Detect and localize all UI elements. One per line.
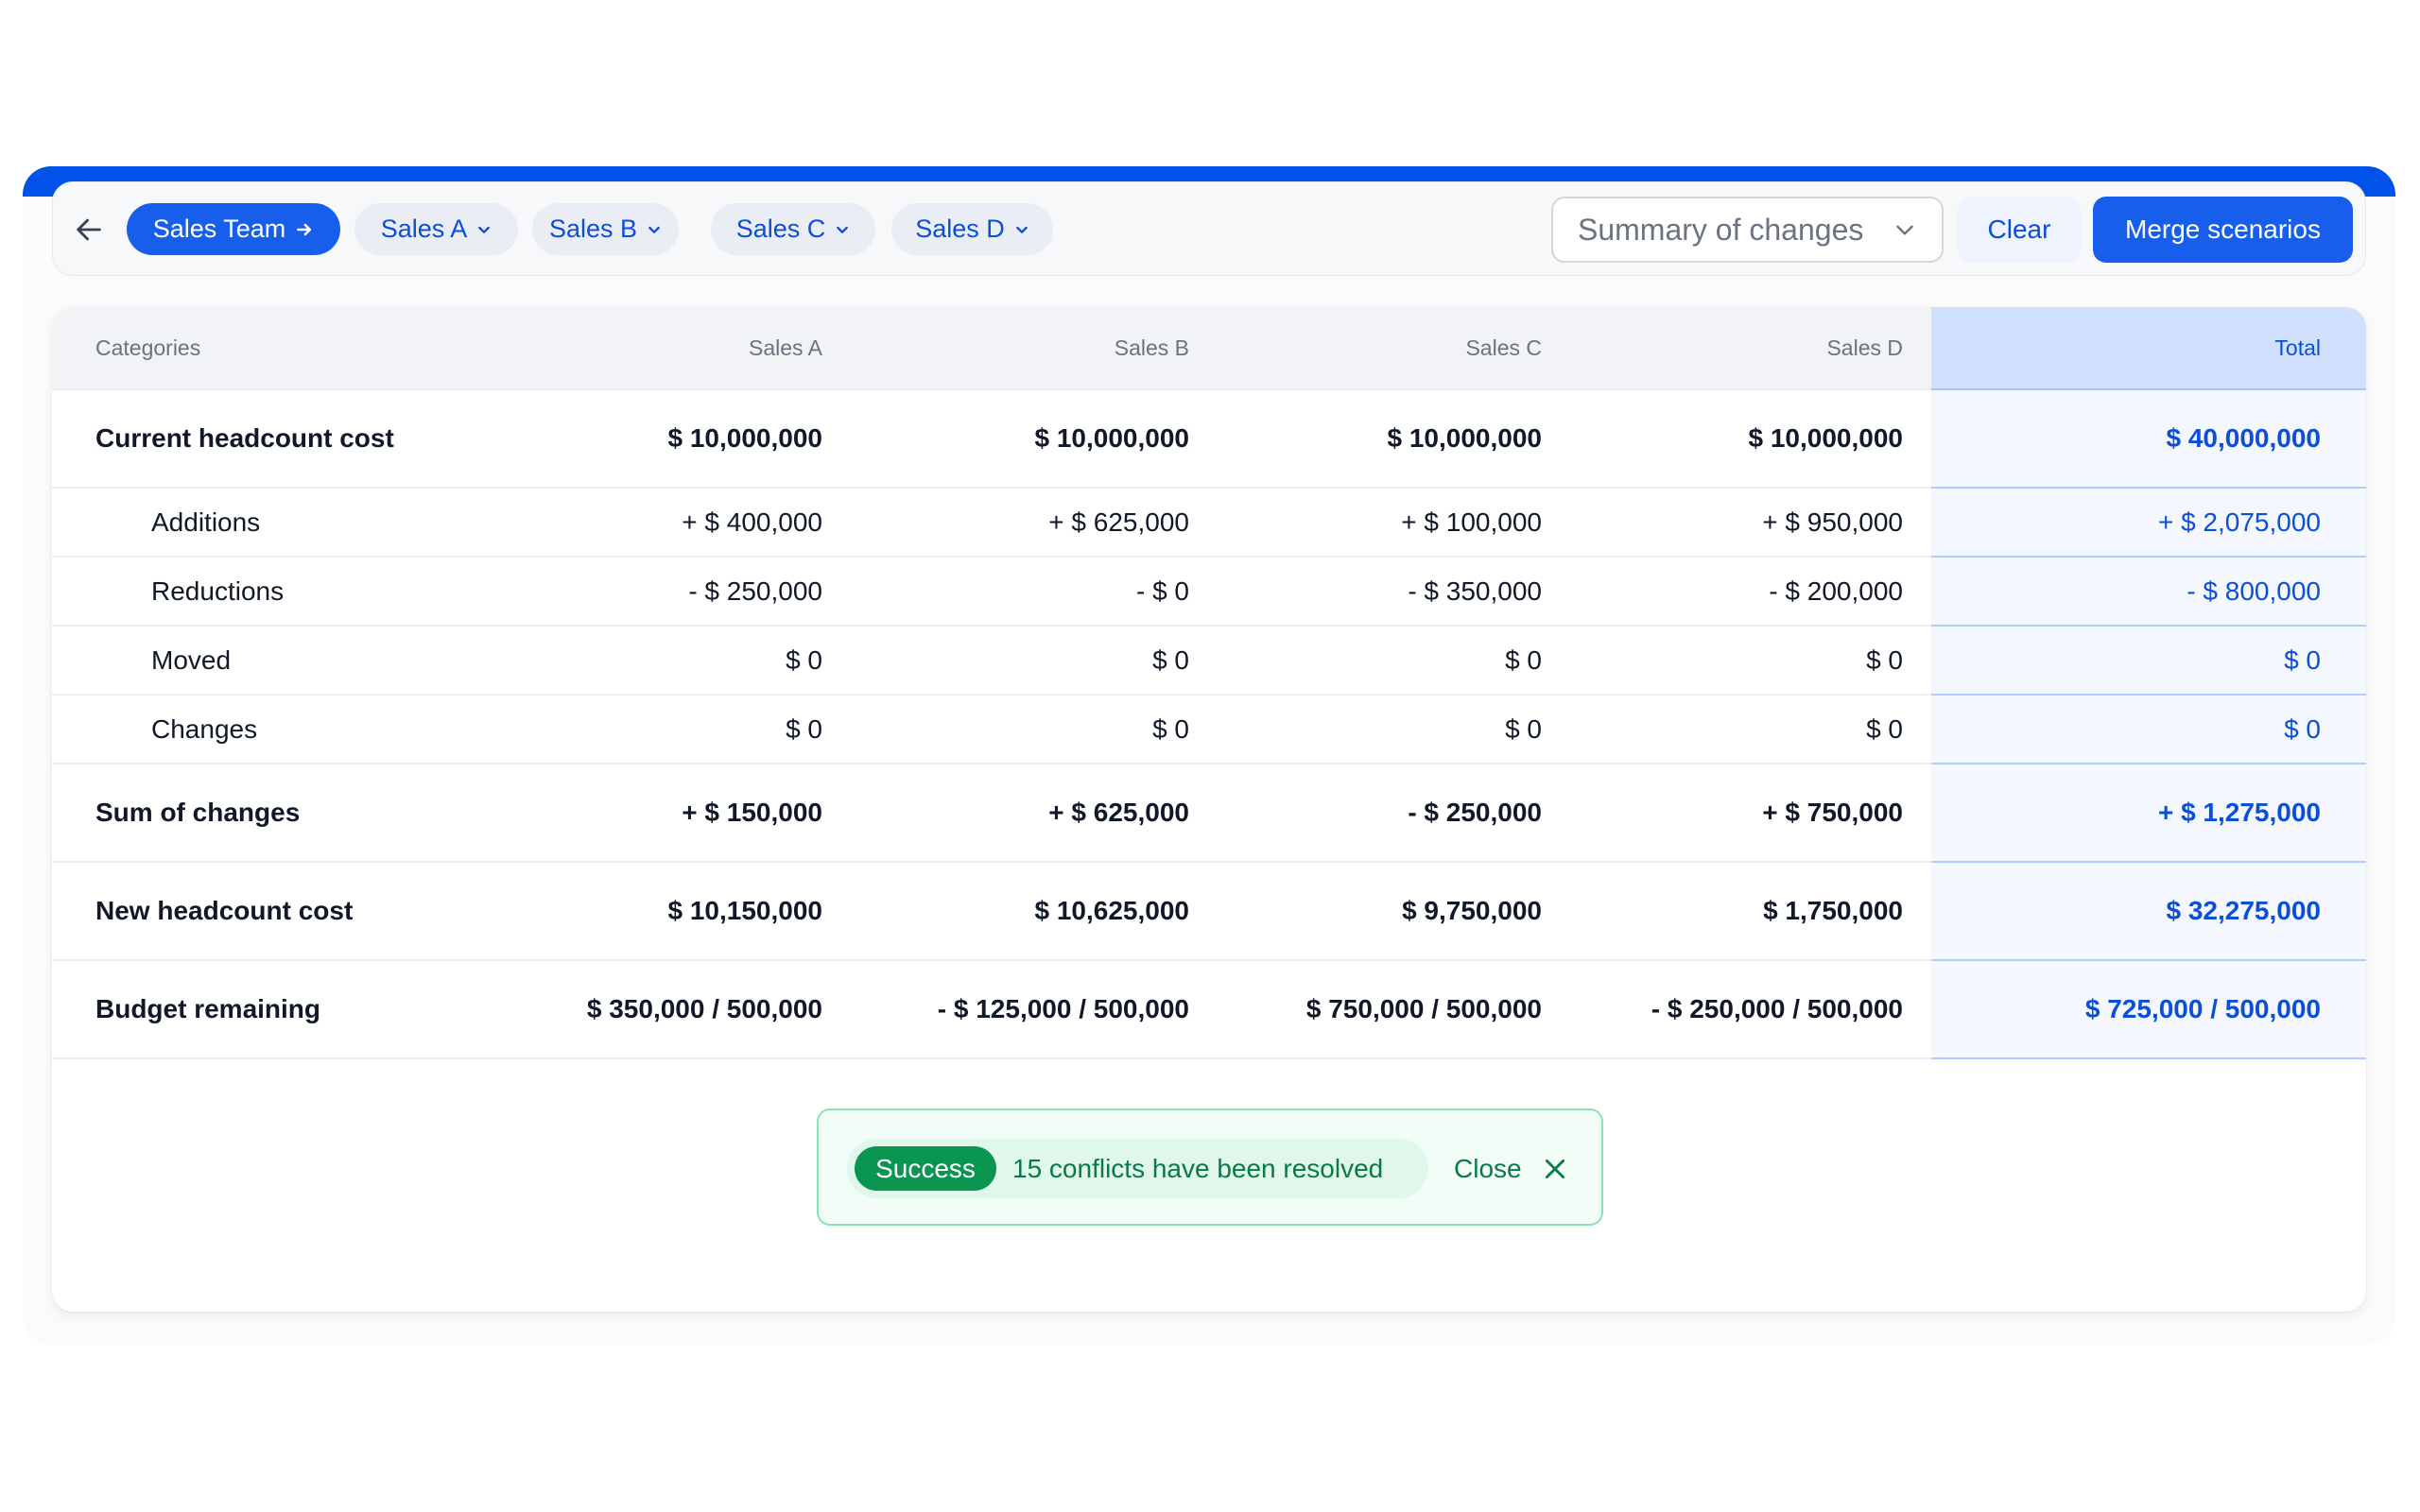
cell-sales-b: + $ 625,000 [851, 488, 1218, 558]
chevron-down-icon [837, 226, 849, 233]
arrow-left-icon [77, 218, 101, 241]
cell-sales-c: $ 0 [1218, 695, 1570, 765]
cell-sales-a: $ 0 [487, 626, 851, 696]
cell-category: Budget remaining [52, 960, 487, 1059]
chip-label: Sales Team [152, 215, 286, 243]
chip-sales-d[interactable]: Sales D [891, 203, 1053, 255]
cell-sales-b: $ 10,625,000 [851, 862, 1218, 961]
toast-message: 15 conflicts have been resolved [1012, 1153, 1384, 1183]
cell-sales-d: - $ 250,000 / 500,000 [1570, 960, 1931, 1059]
view-select[interactable]: Summary of changes [1551, 197, 1944, 263]
cell-sales-b: + $ 625,000 [851, 764, 1218, 863]
cell-category: Moved [52, 626, 487, 696]
chip-label: Sales C [735, 215, 826, 243]
header-sales-c: Sales C [1218, 307, 1570, 390]
table-row: Budget remaining $ 350,000 / 500,000- $ 1… [52, 960, 2366, 1059]
success-toast: Success 15 conflicts have been resolved … [817, 1108, 1603, 1226]
clear-button[interactable]: Clear [1958, 197, 2081, 263]
cell-sales-a: - $ 250,000 [487, 557, 851, 627]
success-badge: Success [855, 1146, 996, 1191]
chevron-down-icon [648, 226, 660, 233]
chip-sales-b[interactable]: Sales B [532, 203, 679, 255]
back-button[interactable] [70, 211, 108, 249]
table-row: Sum of changes + $ 150,000 + $ 625,000- $ … [52, 764, 2366, 863]
header-total: Total [1931, 307, 2366, 390]
chevron-down-icon [478, 226, 491, 233]
merge-scenarios-button[interactable]: Merge scenarios [2093, 197, 2353, 263]
cell-sales-a: $ 10,150,000 [487, 862, 851, 961]
cell-sales-d: $ 1,750,000 [1570, 862, 1931, 961]
cell-sales-d: $ 10,000,000 [1570, 389, 1931, 489]
cell-sales-a: $ 350,000 / 500,000 [487, 960, 851, 1059]
header-sales-b: Sales B [851, 307, 1218, 390]
cell-sales-c: $ 10,000,000 [1218, 389, 1570, 489]
cell-sales-b: $ 10,000,000 [851, 389, 1218, 489]
cell-sales-d: $ 0 [1570, 626, 1931, 696]
toolbar: Sales Team Sales A Sales B Sales C Sales… [52, 181, 2366, 276]
cell-sales-c: $ 0 [1218, 626, 1570, 696]
cell-sales-b: - $ 125,000 / 500,000 [851, 960, 1218, 1059]
cell-total: + $ 2,075,000 [1931, 488, 2366, 558]
cell-sales-b: $ 0 [851, 626, 1218, 696]
cell-total: $ 725,000 / 500,000 [1931, 960, 2366, 1059]
close-icon [1545, 1159, 1564, 1178]
cell-sales-d: $ 0 [1570, 695, 1931, 765]
chip-sales-team[interactable]: Sales Team [127, 203, 340, 255]
cell-total: + $ 1,275,000 [1931, 764, 2366, 863]
cell-sales-c: - $ 350,000 [1218, 557, 1570, 627]
cell-total: - $ 800,000 [1931, 557, 2366, 627]
cell-category: New headcount cost [52, 862, 487, 961]
cell-category: Additions [52, 488, 487, 558]
header-sales-a: Sales A [487, 307, 851, 390]
cell-sales-b: $ 0 [851, 695, 1218, 765]
chip-sales-a[interactable]: Sales A [354, 203, 518, 255]
cell-category: Sum of changes [52, 764, 487, 863]
chip-label: Sales B [548, 215, 638, 243]
cell-sales-a: $ 10,000,000 [487, 389, 851, 489]
cell-sales-c: $ 9,750,000 [1218, 862, 1570, 961]
cell-sales-c: - $ 250,000 [1218, 764, 1570, 863]
table-header-row: Categories Sales A Sales B Sales C Sales… [52, 307, 2366, 390]
summary-table: Categories Sales A Sales B Sales C Sales… [52, 307, 2366, 1059]
table-row: New headcount cost $ 10,150,000 $ 10,625,0… [52, 862, 2366, 961]
table-row: Current headcount cost $ 10,000,000 $ 10,0… [52, 389, 2366, 489]
cell-total: $ 40,000,000 [1931, 389, 2366, 489]
chip-label: Sales A [380, 215, 468, 243]
cell-category: Current headcount cost [52, 389, 487, 489]
view-select-value: Summary of changes [1578, 212, 1864, 247]
chevron-down-icon [1896, 225, 1913, 235]
toast-message-pill: Success 15 conflicts have been resolved [847, 1139, 1428, 1198]
table-row: Additions + $ 400,000 + $ 625,000 + $ 100,0… [52, 488, 2366, 558]
table-row: Reductions - $ 250,000- $ 0- $ 350,000- $… [52, 557, 2366, 627]
cell-sales-b: - $ 0 [851, 557, 1218, 627]
chip-sales-c[interactable]: Sales C [711, 203, 875, 255]
table-row: Moved $ 0 $ 0 $ 0 $ 0 $ 0 [52, 626, 2366, 696]
cell-sales-a: + $ 150,000 [487, 764, 851, 863]
table-row: Changes $ 0 $ 0 $ 0 $ 0 $ 0 [52, 695, 2366, 765]
cell-sales-d: - $ 200,000 [1570, 557, 1931, 627]
cell-sales-c: + $ 100,000 [1218, 488, 1570, 558]
toast-close-label: Close [1454, 1153, 1522, 1183]
toast-close-button[interactable]: Close [1454, 1139, 1567, 1198]
header-categories: Categories [52, 307, 487, 390]
cell-category: Changes [52, 695, 487, 765]
chip-label: Sales D [915, 215, 1005, 243]
cell-sales-d: + $ 750,000 [1570, 764, 1931, 863]
cell-total: $ 0 [1931, 695, 2366, 765]
cell-sales-d: + $ 950,000 [1570, 488, 1931, 558]
header-sales-d: Sales D [1570, 307, 1931, 390]
arrow-right-icon [297, 223, 312, 235]
cell-total: $ 32,275,000 [1931, 862, 2366, 961]
cell-category: Reductions [52, 557, 487, 627]
cell-sales-a: $ 0 [487, 695, 851, 765]
cell-sales-a: + $ 400,000 [487, 488, 851, 558]
cell-sales-c: $ 750,000 / 500,000 [1218, 960, 1570, 1059]
cell-total: $ 0 [1931, 626, 2366, 696]
chevron-down-icon [1015, 226, 1028, 233]
